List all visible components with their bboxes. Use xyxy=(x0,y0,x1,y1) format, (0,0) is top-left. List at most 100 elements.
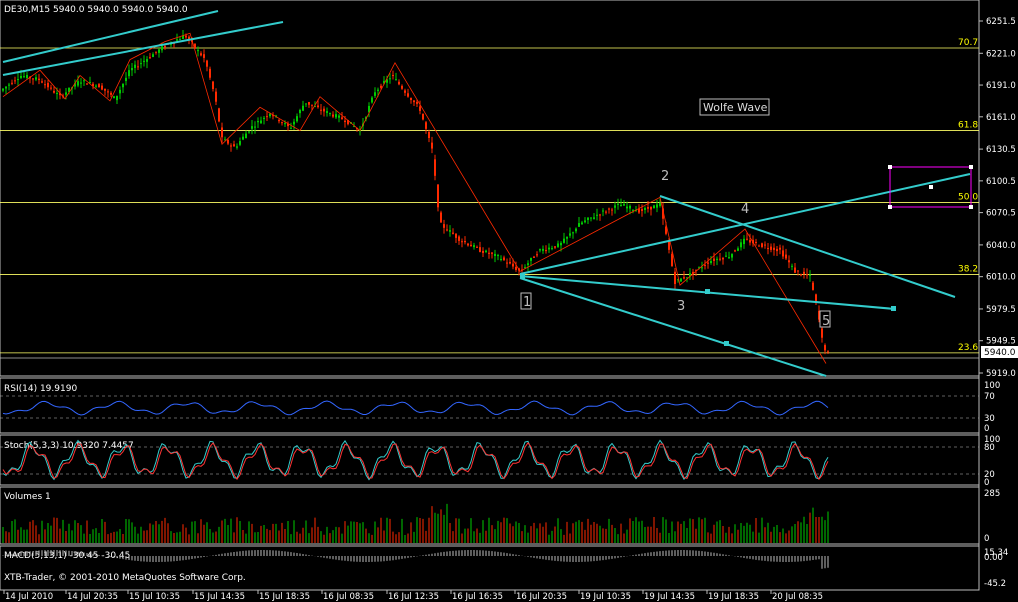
candle-body xyxy=(494,253,496,256)
candle-body xyxy=(740,242,742,248)
candle-body xyxy=(788,260,790,263)
fib-level-label: 61.8 xyxy=(958,121,978,131)
candle-body xyxy=(107,91,109,93)
time-tick-label: 16 Jul 20:35 xyxy=(516,592,567,602)
candle-body xyxy=(233,144,235,147)
candle-body xyxy=(311,104,313,106)
candle-body xyxy=(410,98,412,101)
candle-body xyxy=(83,80,85,82)
indicator-tick-label: 0 xyxy=(984,424,989,434)
candle-body xyxy=(653,205,655,209)
candle-body xyxy=(578,223,580,227)
candle-body xyxy=(416,101,418,104)
candle-body xyxy=(17,79,19,81)
candle-body xyxy=(779,247,781,250)
indicator-tick-label: 0 xyxy=(984,534,989,544)
stoch-panel[interactable] xyxy=(0,434,980,486)
candle-body xyxy=(14,80,16,82)
candle-body xyxy=(179,39,181,41)
candle-body xyxy=(212,81,214,89)
candle-body xyxy=(320,109,322,111)
candle-body xyxy=(806,274,808,276)
candle-body xyxy=(200,53,202,56)
candle-body xyxy=(497,255,499,257)
time-tick-label: 19 Jul 10:35 xyxy=(580,592,631,602)
fib-level-label: 38.2 xyxy=(958,265,978,275)
price-tick-label: 5979.5 xyxy=(986,305,1016,315)
candle-body xyxy=(302,105,304,111)
candle-body xyxy=(284,123,286,125)
indicator-tick-label: -45.2 xyxy=(984,579,1006,589)
target-box-handle[interactable] xyxy=(969,165,973,169)
candle-body xyxy=(719,258,721,260)
time-axis: 14 Jul 2010 14 Jul 20:35 15 Jul 10:35 15 Ju… xyxy=(3,590,823,602)
candle-body xyxy=(560,242,562,246)
candle-body xyxy=(572,232,574,234)
candle-body xyxy=(770,246,772,250)
candle-body xyxy=(50,87,52,89)
candle-body xyxy=(605,211,607,213)
candle-body xyxy=(308,102,310,105)
candle-body xyxy=(824,345,826,351)
price-tick-label: 5949.5 xyxy=(986,337,1016,347)
candle-body xyxy=(776,248,778,252)
candle-body xyxy=(671,253,673,267)
target-box-handle[interactable] xyxy=(888,165,892,169)
candle-body xyxy=(236,146,238,148)
candle-body xyxy=(425,122,427,129)
time-tick-label: 16 Jul 08:35 xyxy=(323,592,374,602)
candle-body xyxy=(683,277,685,279)
candle-body xyxy=(650,206,652,210)
wave-number-2: 2 xyxy=(661,169,669,184)
candle-body xyxy=(296,116,298,122)
stochastic-indicator: Stoch(5,3,3) 10.9320 7.445710080200 xyxy=(0,435,1000,488)
candle-body xyxy=(530,257,532,261)
indicator-tick-label: 30 xyxy=(984,414,995,424)
rsi-panel[interactable] xyxy=(0,377,980,434)
wave-number-1: 1 xyxy=(523,295,531,310)
candle-body xyxy=(458,236,460,241)
candle-body xyxy=(773,247,775,250)
indicator-tick-label: 70 xyxy=(984,392,995,402)
candle-body xyxy=(146,59,148,62)
candle-body xyxy=(332,114,334,117)
candle-body xyxy=(413,100,415,103)
candle-body xyxy=(551,248,553,250)
candle-body xyxy=(449,230,451,232)
candle-body xyxy=(263,117,265,119)
trendline-handle xyxy=(891,306,896,311)
candle-body xyxy=(134,64,136,68)
candle-body xyxy=(749,240,751,243)
wolfe-wave-label: Wolfe Wave xyxy=(703,101,768,114)
candle-body xyxy=(176,39,178,41)
price-tick-label: 6221.0 xyxy=(986,49,1016,59)
candle-body xyxy=(395,79,397,81)
indicator-tick-label: 0 xyxy=(984,478,989,488)
candle-body xyxy=(77,81,79,86)
candle-body xyxy=(260,120,262,124)
candle-body xyxy=(647,207,649,209)
candle-body xyxy=(116,95,118,101)
candle-body xyxy=(737,248,739,251)
candle-body xyxy=(764,244,766,246)
candle-body xyxy=(56,93,58,95)
candle-body xyxy=(641,208,643,211)
target-box-handle[interactable] xyxy=(969,205,973,209)
candle-body xyxy=(257,121,259,123)
target-box-handle[interactable] xyxy=(888,205,892,209)
candle-body xyxy=(461,241,463,243)
trading-chart-window[interactable]: 70.761.850.038.223.6 6251.56221.06191.06… xyxy=(0,0,1018,602)
candle-body xyxy=(440,212,442,223)
candle-body xyxy=(479,247,481,252)
indicator-tick-label: 285 xyxy=(984,489,1000,499)
candle-body xyxy=(5,86,7,89)
candle-body xyxy=(590,217,592,219)
candle-body xyxy=(8,84,10,86)
candle-body xyxy=(131,67,133,71)
candle-body xyxy=(791,265,793,267)
target-box-handle[interactable] xyxy=(929,185,933,189)
candle-body xyxy=(464,240,466,243)
candle-body xyxy=(812,282,814,290)
trendline-handle xyxy=(724,341,729,346)
fib-level-label: 23.6 xyxy=(958,343,978,353)
